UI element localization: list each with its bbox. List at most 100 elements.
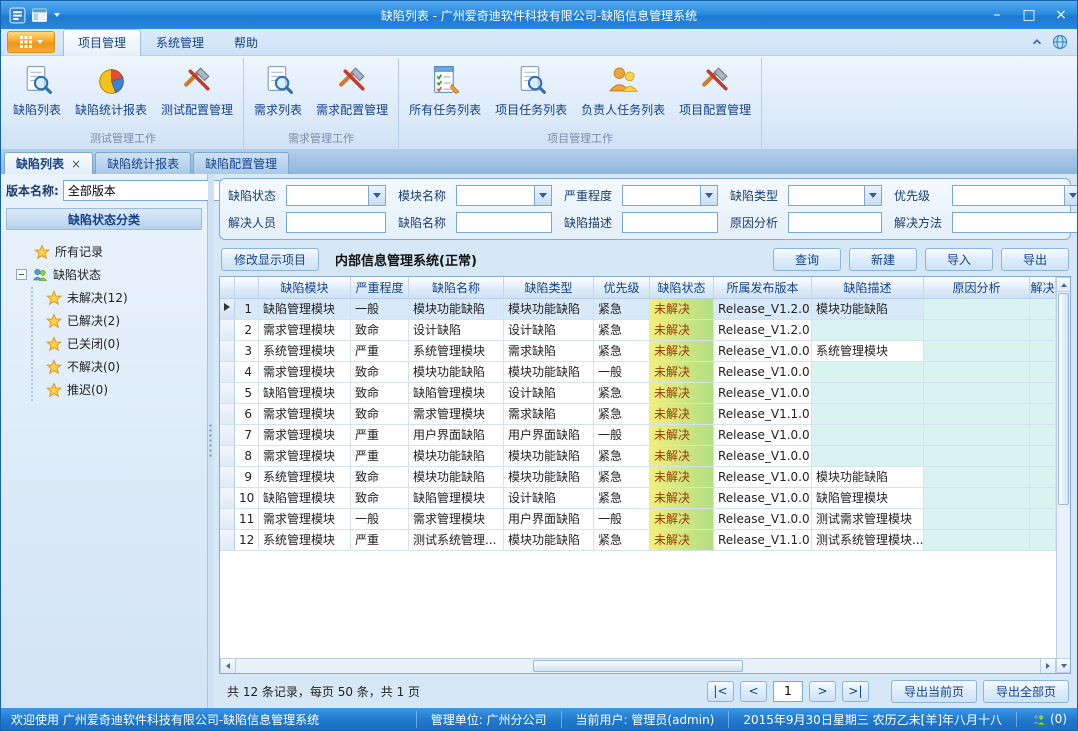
- cell-type[interactable]: 模块功能缺陷: [504, 299, 594, 320]
- close-tab-icon[interactable]: ×: [71, 157, 81, 171]
- app-menu-button[interactable]: [7, 31, 55, 53]
- ribbon-button-project-tasks[interactable]: 项目任务列表: [488, 59, 574, 131]
- grid-header-desc[interactable]: 缺陷描述: [812, 277, 924, 298]
- cell-analysis[interactable]: [924, 299, 1030, 320]
- modify-columns-button[interactable]: 修改显示项目: [221, 248, 319, 271]
- sidebar-item-all-records[interactable]: 所有记录: [6, 240, 202, 263]
- cell-name[interactable]: 需求管理模块: [409, 509, 504, 530]
- cell-analysis[interactable]: [924, 383, 1030, 404]
- cell-module[interactable]: 需求管理模块: [259, 446, 351, 467]
- grid-row-10[interactable]: 10缺陷管理模块致命缺陷管理模块设计缺陷紧急未解决Release_V1.0.0缺…: [220, 488, 1056, 509]
- grid-header-module[interactable]: 缺陷模块: [259, 277, 351, 298]
- filter-cause-analysis-input[interactable]: [788, 212, 882, 233]
- filter-severity-input[interactable]: [623, 186, 700, 205]
- cell-solution[interactable]: [1030, 383, 1056, 404]
- ribbon-button-test-config[interactable]: 测试配置管理: [154, 59, 240, 131]
- cell-name[interactable]: 缺陷管理模块: [409, 383, 504, 404]
- filter-defect-name-input[interactable]: [456, 212, 552, 233]
- close-button[interactable]: ×: [1045, 3, 1077, 27]
- cell-type[interactable]: 用户界面缺陷: [504, 509, 594, 530]
- ribbon-button-all-tasks[interactable]: 所有任务列表: [402, 59, 488, 131]
- scroll-up-button[interactable]: [1057, 277, 1070, 292]
- cell-release[interactable]: Release_V1.1.0: [714, 530, 812, 551]
- grid-row-8[interactable]: 8需求管理模块严重模块功能缺陷模块功能缺陷紧急未解决Release_V1.0.0: [220, 446, 1056, 467]
- collapse-expander-icon[interactable]: [16, 269, 27, 280]
- cell-status[interactable]: 未解决: [650, 446, 714, 467]
- cell-module[interactable]: 系统管理模块: [259, 530, 351, 551]
- ribbon-button-requirement-config[interactable]: 需求配置管理: [309, 59, 395, 131]
- horizontal-scroll-track[interactable]: [236, 659, 1040, 673]
- filter-defect-status-combo[interactable]: [286, 185, 386, 206]
- page-number-input[interactable]: [773, 681, 803, 702]
- doc-tab-defect-report[interactable]: 缺陷统计报表: [95, 152, 191, 174]
- cell-status[interactable]: 未解决: [650, 425, 714, 446]
- collapse-ribbon-icon[interactable]: [1027, 32, 1047, 52]
- grid-row-6[interactable]: 6需求管理模块致命需求管理模块需求缺陷紧急未解决Release_V1.1.0: [220, 404, 1056, 425]
- cell-solution[interactable]: [1030, 299, 1056, 320]
- cell-priority[interactable]: 紧急: [594, 299, 650, 320]
- grid-row-1[interactable]: 1缺陷管理模块一般模块功能缺陷模块功能缺陷紧急未解决Release_V1.2.0…: [220, 299, 1056, 320]
- cell-analysis[interactable]: [924, 530, 1030, 551]
- import-button[interactable]: 导入: [925, 248, 993, 271]
- doc-tab-defect-list[interactable]: 缺陷列表 ×: [4, 152, 93, 174]
- cell-name[interactable]: 模块功能缺陷: [409, 362, 504, 383]
- cell-status[interactable]: 未解决: [650, 383, 714, 404]
- dropdown-button[interactable]: [864, 186, 881, 205]
- cell-severity[interactable]: 致命: [351, 404, 409, 425]
- cell-analysis[interactable]: [924, 341, 1030, 362]
- filter-module-name-combo[interactable]: [456, 185, 552, 206]
- filter-defect-type-combo[interactable]: [788, 185, 882, 206]
- cell-analysis[interactable]: [924, 446, 1030, 467]
- cell-desc[interactable]: 系统管理模块: [812, 341, 924, 362]
- grid-row-9[interactable]: 9系统管理模块致命模块功能缺陷模块功能缺陷紧急未解决Release_V1.0.0…: [220, 467, 1056, 488]
- cell-severity[interactable]: 严重: [351, 446, 409, 467]
- cell-severity[interactable]: 致命: [351, 488, 409, 509]
- filter-resolver-input[interactable]: [286, 212, 386, 233]
- cell-name[interactable]: 需求管理模块: [409, 404, 504, 425]
- sidebar-item-closed[interactable]: 已关闭(0): [6, 332, 202, 355]
- first-page-button[interactable]: |<: [707, 681, 734, 702]
- filter-defect-desc-input[interactable]: [622, 212, 718, 233]
- cell-analysis[interactable]: [924, 425, 1030, 446]
- sidebar-splitter[interactable]: [208, 174, 214, 708]
- cell-status[interactable]: 未解决: [650, 488, 714, 509]
- filter-defect-status-input[interactable]: [287, 186, 368, 205]
- help-globe-icon[interactable]: [1050, 32, 1070, 52]
- cell-desc[interactable]: 模块功能缺陷: [812, 299, 924, 320]
- cell-module[interactable]: 系统管理模块: [259, 341, 351, 362]
- window-layout-icon[interactable]: [31, 7, 48, 24]
- cell-analysis[interactable]: [924, 362, 1030, 383]
- ribbon-tab-project-management[interactable]: 项目管理: [63, 29, 141, 56]
- cell-status[interactable]: 未解决: [650, 299, 714, 320]
- horizontal-scrollbar[interactable]: [220, 658, 1056, 673]
- export-all-pages-button[interactable]: 导出全部页: [983, 680, 1069, 703]
- sidebar-item-wontfix[interactable]: 不解决(0): [6, 355, 202, 378]
- cell-solution[interactable]: [1030, 509, 1056, 530]
- cell-release[interactable]: Release_V1.2.0: [714, 320, 812, 341]
- cell-type[interactable]: 设计缺陷: [504, 320, 594, 341]
- cell-solution[interactable]: [1030, 467, 1056, 488]
- cell-type[interactable]: 需求缺陷: [504, 404, 594, 425]
- cell-name[interactable]: 测试系统管理...: [409, 530, 504, 551]
- cell-priority[interactable]: 一般: [594, 425, 650, 446]
- cell-status[interactable]: 未解决: [650, 530, 714, 551]
- grid-header-severity[interactable]: 严重程度: [351, 277, 409, 298]
- cell-priority[interactable]: 紧急: [594, 530, 650, 551]
- ribbon-tab-help[interactable]: 帮助: [219, 29, 273, 56]
- ribbon-tab-system-management[interactable]: 系统管理: [141, 29, 219, 56]
- grid-header-name[interactable]: 缺陷名称: [409, 277, 504, 298]
- cell-priority[interactable]: 紧急: [594, 320, 650, 341]
- sidebar-item-postponed[interactable]: 推迟(0): [6, 378, 202, 401]
- cell-desc[interactable]: 测试系统管理模块...: [812, 530, 924, 551]
- cell-release[interactable]: Release_V1.0.0: [714, 383, 812, 404]
- cell-module[interactable]: 需求管理模块: [259, 404, 351, 425]
- cell-release[interactable]: Release_V1.0.0: [714, 509, 812, 530]
- cell-status[interactable]: 未解决: [650, 509, 714, 530]
- grid-row-4[interactable]: 4需求管理模块致命模块功能缺陷模块功能缺陷一般未解决Release_V1.0.0: [220, 362, 1056, 383]
- grid-header-solution[interactable]: 解决: [1030, 277, 1056, 298]
- last-page-button[interactable]: >|: [842, 681, 869, 702]
- cell-status[interactable]: 未解决: [650, 320, 714, 341]
- grid-header-release[interactable]: 所属发布版本: [714, 277, 812, 298]
- cell-module[interactable]: 缺陷管理模块: [259, 488, 351, 509]
- next-page-button[interactable]: >: [809, 681, 836, 702]
